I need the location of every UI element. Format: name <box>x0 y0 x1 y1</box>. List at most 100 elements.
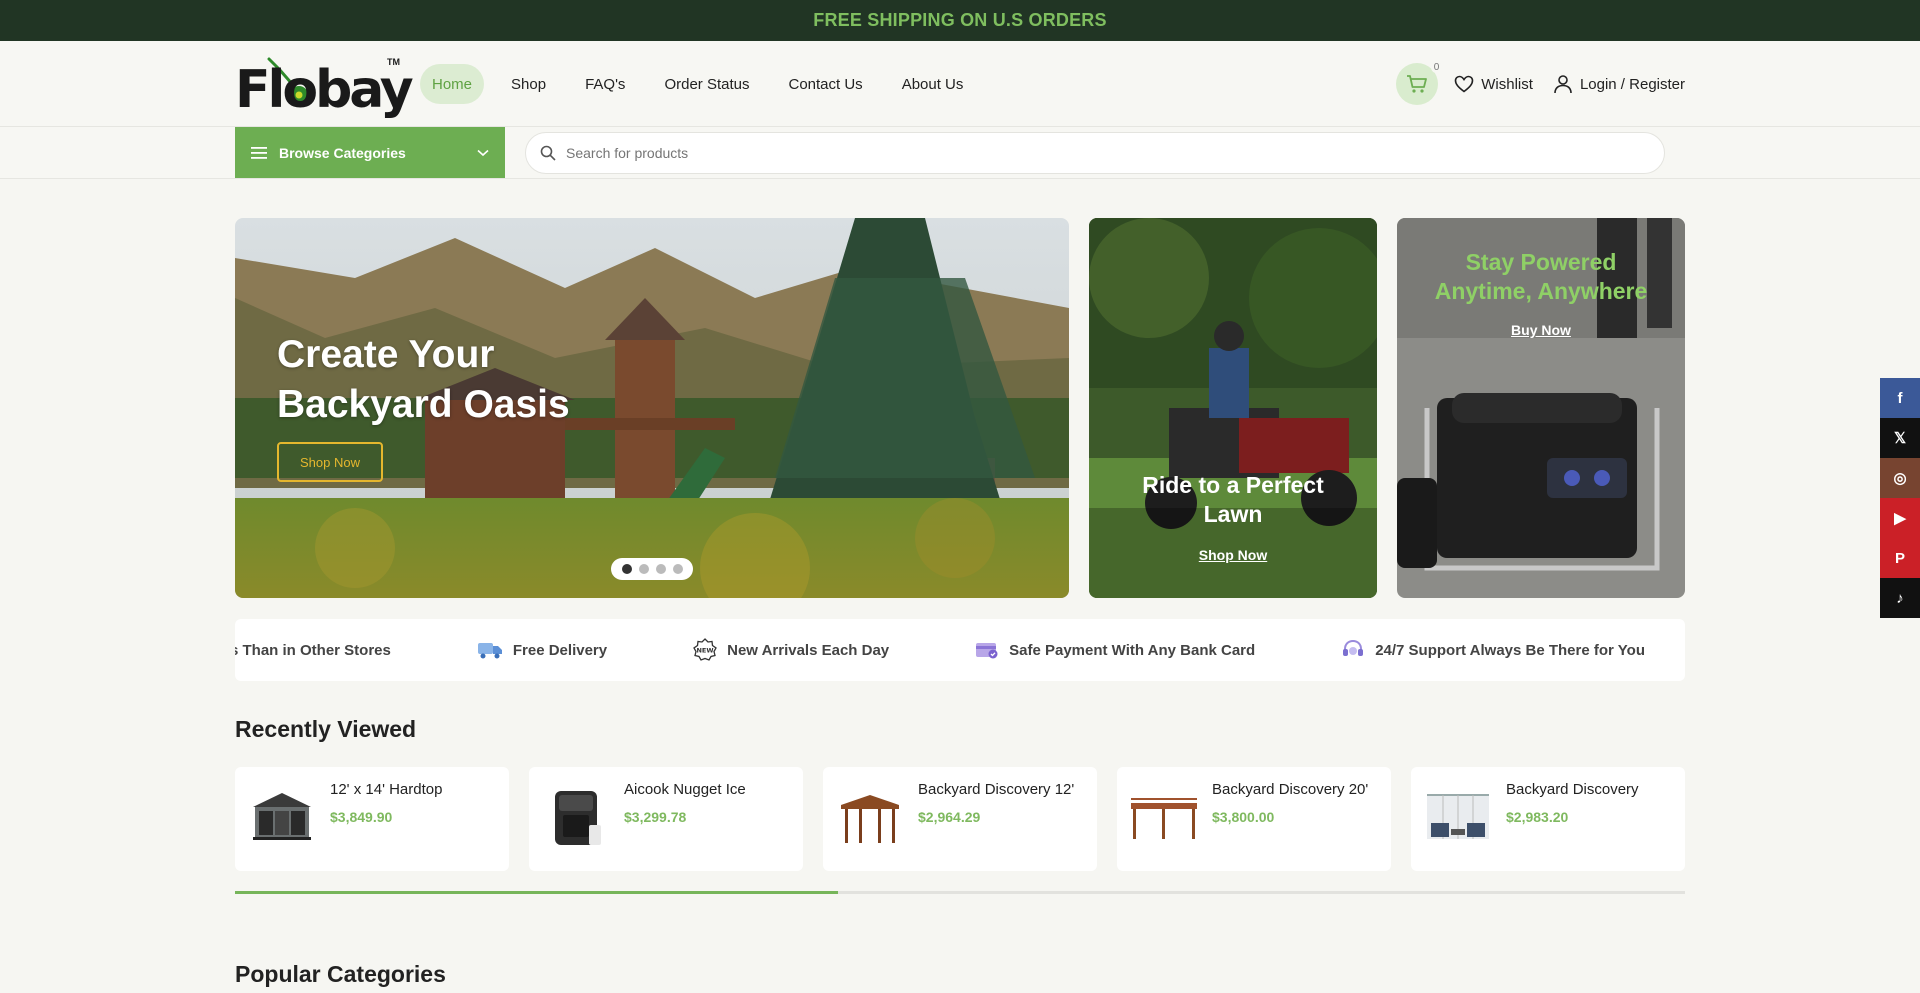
product-name[interactable]: Aicook Nugget Ice <box>624 781 746 798</box>
payment-card-icon <box>976 643 998 659</box>
svg-text:NEW: NEW <box>697 647 714 655</box>
cart-button[interactable]: 0 <box>1396 62 1443 105</box>
feature-new-arrivals-text: New Arrivals Each Day <box>727 641 890 659</box>
product-price: $2,964.29 <box>918 809 981 825</box>
promo-lawn-mower[interactable]: Ride to a Perfect Lawn Shop Now <box>1089 218 1377 598</box>
promo-generator-title: Stay Powered Anytime, Anywhere <box>1397 248 1685 306</box>
promo-lawn-shop-now-link[interactable]: Shop Now <box>1089 547 1377 563</box>
feature-lower-prices: s Than in Other Stores <box>235 642 391 659</box>
x-icon[interactable]: 𝕏 <box>1880 418 1920 458</box>
search-input[interactable] <box>566 145 1566 161</box>
slider-dot-1[interactable] <box>621 564 632 574</box>
facebook-icon[interactable]: f <box>1880 378 1920 418</box>
product-price: $2,983.20 <box>1506 809 1569 825</box>
new-badge-icon: NEW <box>693 638 717 661</box>
main-nav: Home Shop FAQ's Order Status Contact Us … <box>420 64 990 104</box>
product-price: $3,800.00 <box>1212 809 1275 825</box>
product-name[interactable]: Backyard Discovery 12' <box>918 781 1074 798</box>
cart-icon <box>1407 75 1428 93</box>
promo-generator-buy-now-link[interactable]: Buy Now <box>1397 322 1685 338</box>
shipping-banner: FREE SHIPPING ON U.S ORDERS <box>0 0 1920 41</box>
promo-lawn-title: Ride to a Perfect Lawn <box>1089 471 1377 529</box>
recently-viewed-card[interactable]: Backyard Discovery 20' $3,800.00 <box>1117 767 1391 871</box>
support-headset-icon <box>1343 639 1364 656</box>
nav-home[interactable]: Home <box>420 64 485 104</box>
wide-pergola-image <box>1131 798 1197 839</box>
feature-support: 24/7 Support Always Be There for You <box>1341 639 1645 661</box>
site-logo[interactable]: Flobay TM <box>235 57 414 118</box>
product-price: $3,299.78 <box>624 809 687 825</box>
promo-generator-title-line1: Stay Powered <box>1465 249 1617 275</box>
instagram-icon[interactable]: ◎ <box>1880 458 1920 498</box>
chevron-down-icon <box>477 149 489 156</box>
hamburger-menu-icon <box>251 146 267 159</box>
category-search-bar: Browse Categories <box>0 127 1920 179</box>
feature-new-arrivals: NEW New Arrivals Each Day <box>693 638 889 662</box>
logo-trademark: TM <box>387 57 400 67</box>
nav-faqs[interactable]: FAQ's <box>573 64 637 104</box>
features-strip: s Than in Other Stores Free Delivery NEW… <box>235 619 1685 681</box>
tiktok-icon[interactable]: ♪ <box>1880 578 1920 618</box>
promo-generator-title-line2: Anytime, Anywhere <box>1434 278 1648 304</box>
hero-title-line1: Create Your <box>277 333 495 376</box>
popular-categories-title: Popular Categories <box>235 961 446 987</box>
nav-contact-us[interactable]: Contact Us <box>776 64 874 104</box>
youtube-icon[interactable]: ▶ <box>1880 498 1920 538</box>
nav-about-us[interactable]: About Us <box>890 64 976 104</box>
feature-free-delivery-text: Free Delivery <box>512 641 608 659</box>
promo-lawn-title-line1: Ride to a Perfect <box>1142 472 1324 498</box>
recently-viewed-scrollbar[interactable] <box>235 891 1685 894</box>
heart-icon <box>1454 75 1474 93</box>
hero-title-line2: Backyard Oasis <box>277 383 570 426</box>
header-actions: 0 Wishlist Login / Register <box>1396 62 1685 105</box>
scrollbar-thumb[interactable] <box>235 891 839 894</box>
feature-lower-prices-text: s Than in Other Stores <box>235 641 391 659</box>
shipping-banner-text: FREE SHIPPING ON U.S ORDERS <box>813 10 1107 30</box>
cart-count-badge: 0 <box>1430 62 1443 73</box>
recently-viewed-card[interactable]: Backyard Discovery $2,983.20 <box>1411 767 1685 871</box>
browse-categories-label: Browse Categories <box>279 144 406 161</box>
nav-order-status[interactable]: Order Status <box>652 64 761 104</box>
slider-pagination <box>611 558 693 580</box>
search-box <box>525 132 1665 174</box>
features-track: s Than in Other Stores Free Delivery NEW… <box>235 619 1685 681</box>
product-price: $3,849.90 <box>330 809 393 825</box>
feature-safe-payment-text: Safe Payment With Any Bank Card <box>1009 641 1256 659</box>
product-name[interactable]: Backyard Discovery 20' <box>1212 781 1368 798</box>
feature-support-text: 24/7 Support Always Be There for You <box>1375 641 1645 659</box>
nav-shop[interactable]: Shop <box>499 64 558 104</box>
recently-viewed-card[interactable]: Aicook Nugget Ice $3,299.78 <box>529 767 803 871</box>
recently-viewed-card[interactable]: 12' x 14' Hardtop $3,849.90 <box>235 767 509 871</box>
social-sidebar: f 𝕏 ◎ ▶ P ♪ <box>1880 378 1920 618</box>
promo-lawn-title-line2: Lawn <box>1203 501 1263 527</box>
delivery-truck-icon <box>477 643 502 659</box>
wishlist-label: Wishlist <box>1481 75 1533 93</box>
feature-free-delivery: Free Delivery <box>477 640 607 660</box>
riding-mower-image <box>1089 218 1377 598</box>
hero-slider[interactable]: Create Your Backyard Oasis Shop Now <box>235 218 1069 598</box>
patio-set-image <box>1427 794 1489 839</box>
login-register-label: Login / Register <box>1579 75 1685 93</box>
slider-dot-3[interactable] <box>655 564 666 574</box>
product-name[interactable]: Backyard Discovery <box>1506 781 1639 798</box>
product-name[interactable]: 12' x 14' Hardtop <box>330 781 442 798</box>
pinterest-icon[interactable]: P <box>1880 538 1920 578</box>
login-register-link[interactable]: Login / Register <box>1553 74 1685 94</box>
promo-generator[interactable]: Stay Powered Anytime, Anywhere Buy Now <box>1397 218 1685 598</box>
hero-title: Create Your Backyard Oasis <box>277 330 570 430</box>
logo-wordmark: Flobay <box>235 60 414 120</box>
hero-shop-now-button[interactable]: Shop Now <box>277 442 383 482</box>
wood-pergola-image <box>841 795 899 843</box>
slider-dot-4[interactable] <box>672 564 683 574</box>
site-header: Flobay TM Home Shop FAQ's Order Status C… <box>0 41 1920 127</box>
wishlist-link[interactable]: Wishlist <box>1454 75 1533 93</box>
slider-dot-2[interactable] <box>638 564 649 574</box>
gazebo-hardtop-image <box>253 793 311 840</box>
recently-viewed-title: Recently Viewed <box>235 716 417 742</box>
ice-maker-image <box>555 791 601 845</box>
search-icon <box>540 145 556 161</box>
feature-safe-payment: Safe Payment With Any Bank Card <box>975 640 1255 660</box>
user-icon <box>1554 75 1572 94</box>
browse-categories-button[interactable]: Browse Categories <box>235 127 505 178</box>
recently-viewed-card[interactable]: Backyard Discovery 12' $2,964.29 <box>823 767 1097 871</box>
